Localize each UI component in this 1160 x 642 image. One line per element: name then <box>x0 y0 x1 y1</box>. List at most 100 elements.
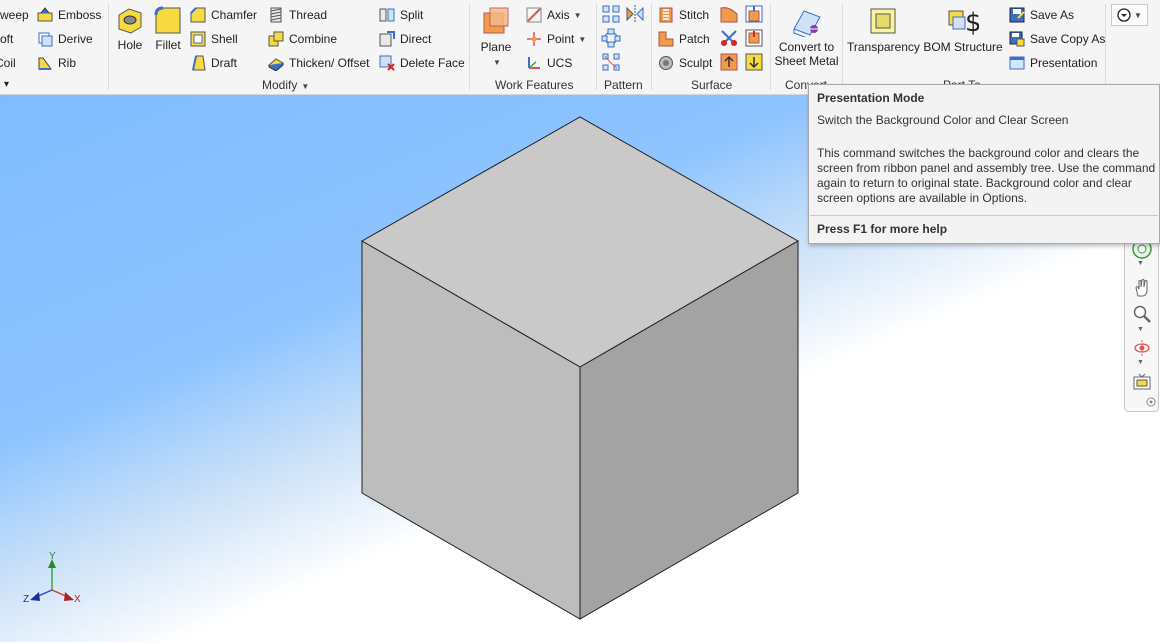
circular-pattern-icon[interactable] <box>601 28 621 48</box>
thread-button[interactable]: Thread <box>268 5 327 25</box>
combine-button[interactable]: Combine <box>268 29 337 49</box>
tooltip-title: Presentation Mode <box>817 91 925 105</box>
patch-button[interactable]: Patch <box>658 29 710 49</box>
tooltip-subtitle: Switch the Background Color and Clear Sc… <box>817 113 1069 127</box>
convert-to-sheet-metal-button[interactable]: Convert to Sheet Metal <box>771 5 842 68</box>
orbit-dropdown[interactable]: ▼ <box>1137 359 1144 366</box>
look-at-icon[interactable] <box>1132 372 1152 392</box>
rectangular-pattern-icon[interactable] <box>601 4 621 24</box>
direct-icon <box>379 31 395 47</box>
presentation-mode-tooltip: Presentation Mode Switch the Background … <box>808 84 1160 244</box>
tooltip-help-hint: Press F1 for more help <box>817 222 948 236</box>
triad-z-label: Z <box>23 594 29 605</box>
plane-dropdown[interactable]: ▼ <box>493 52 501 72</box>
create-panel: weep oft Coil Emboss Derive Rib ▾ <box>0 0 108 94</box>
zoom-dropdown[interactable]: ▼ <box>1137 326 1144 333</box>
transparency-icon <box>870 8 896 34</box>
stitch-icon <box>659 7 673 23</box>
loft-button[interactable]: oft <box>0 29 13 49</box>
bom-structure-button[interactable]: $ BOM Structure <box>923 5 1003 54</box>
delete-surface-icon[interactable] <box>719 28 739 48</box>
axis-dropdown[interactable]: ▼ <box>574 11 582 20</box>
fillet-icon <box>154 6 181 34</box>
point-button[interactable]: Point ▼ <box>526 29 586 49</box>
thread-icon <box>270 7 282 23</box>
shell-button[interactable]: Shell <box>190 29 238 49</box>
presentation-button[interactable]: Presentation <box>1009 53 1097 73</box>
convert-panel: Convert to Sheet Metal Convert <box>771 0 842 94</box>
point-icon <box>527 32 541 46</box>
patch-icon <box>658 31 674 47</box>
point-dropdown[interactable]: ▼ <box>578 35 586 44</box>
axis-button[interactable]: Axis ▼ <box>526 5 582 25</box>
chamfer-icon <box>190 7 206 23</box>
zoom-icon[interactable] <box>1132 304 1152 324</box>
tooltip-description: This command switches the background col… <box>817 146 1156 205</box>
thicken-offset-button[interactable]: Thicken/ Offset <box>268 53 369 73</box>
triad-x-label: X <box>74 594 81 605</box>
sweep-button[interactable]: weep <box>0 5 29 25</box>
ucs-button[interactable]: UCS <box>526 53 572 73</box>
save-copy-as-button[interactable]: Save Copy As <box>1009 29 1105 49</box>
combine-icon <box>268 31 284 47</box>
emboss-button[interactable]: Emboss <box>37 5 101 25</box>
tooltip-divider <box>810 215 1158 216</box>
split-button[interactable]: Split <box>379 5 423 25</box>
sculpt-button[interactable]: Sculpt <box>658 53 712 73</box>
work-features-label: Work Features <box>495 78 574 92</box>
steering-wheel-dropdown[interactable]: ▼ <box>1137 260 1144 267</box>
trim-surface-icon[interactable] <box>719 4 739 24</box>
save-as-icon <box>1009 7 1025 23</box>
stitch-button[interactable]: Stitch <box>658 5 709 25</box>
modify-panel-label[interactable]: Modify ▼ <box>262 78 309 92</box>
create-panel-caret[interactable]: ▾ <box>4 74 9 94</box>
navbar-settings-icon[interactable] <box>1146 397 1156 407</box>
delete-face-icon <box>379 55 395 71</box>
sheet-metal-icon <box>792 10 821 37</box>
pan-hand-icon[interactable] <box>1132 278 1152 298</box>
pattern-panel: Pattern <box>597 0 651 94</box>
direct-button[interactable]: Direct <box>379 29 431 49</box>
replace-face-icon[interactable] <box>744 28 764 48</box>
hole-icon <box>118 8 142 34</box>
sculpt-icon <box>659 56 673 70</box>
bom-structure-icon: $ <box>948 8 979 37</box>
chamfer-button[interactable]: Chamfer <box>190 5 257 25</box>
circle-chevron-down-icon <box>1117 8 1131 22</box>
plane-icon <box>483 7 509 34</box>
hole-button[interactable]: Hole <box>114 5 146 52</box>
ribbon-options-dropdown[interactable]: ▼ <box>1111 4 1148 26</box>
ribbon: weep oft Coil Emboss Derive Rib ▾ Hole F… <box>0 0 1160 95</box>
svg-text:$: $ <box>965 8 979 37</box>
shell-icon <box>190 31 206 47</box>
navigation-bar: ▼ ▼ ▼ <box>1124 225 1159 412</box>
derive-button[interactable]: Derive <box>37 29 93 49</box>
orbit-icon[interactable] <box>1132 338 1152 358</box>
split-icon <box>379 8 395 22</box>
triad-y-label: Y <box>49 551 56 562</box>
presentation-icon <box>1009 56 1025 70</box>
transparency-button[interactable]: Transparency <box>847 5 920 54</box>
modify-panel-caret[interactable]: ▼ <box>301 82 309 91</box>
pattern-label: Pattern <box>604 78 643 92</box>
coil-button[interactable]: Coil <box>0 53 16 73</box>
work-features-panel: Plane ▼ Axis ▼ Point ▼ UCS Work Features <box>470 0 596 94</box>
surface-label: Surface <box>691 78 733 92</box>
plane-button[interactable]: Plane <box>478 5 514 54</box>
fit-mesh-face-icon[interactable] <box>744 52 764 72</box>
part-tools-panel: Transparency $ BOM Structure Save As Sav… <box>843 0 1105 94</box>
rib-icon <box>38 57 52 70</box>
chevron-down-icon: ▼ <box>1134 10 1142 20</box>
delete-face-button[interactable]: Delete Face <box>379 53 465 73</box>
draft-icon <box>192 55 206 71</box>
extend-surface-icon[interactable] <box>744 4 764 24</box>
save-as-button[interactable]: Save As <box>1009 5 1074 25</box>
thicken-offset-icon <box>268 58 284 71</box>
rib-button[interactable]: Rib <box>37 53 76 73</box>
derive-icon <box>38 32 53 47</box>
draft-button[interactable]: Draft <box>190 53 237 73</box>
mirror-icon[interactable] <box>625 4 645 24</box>
repair-icon[interactable] <box>719 52 739 72</box>
fillet-button[interactable]: Fillet <box>151 5 185 52</box>
sketch-pattern-icon[interactable] <box>601 52 621 72</box>
